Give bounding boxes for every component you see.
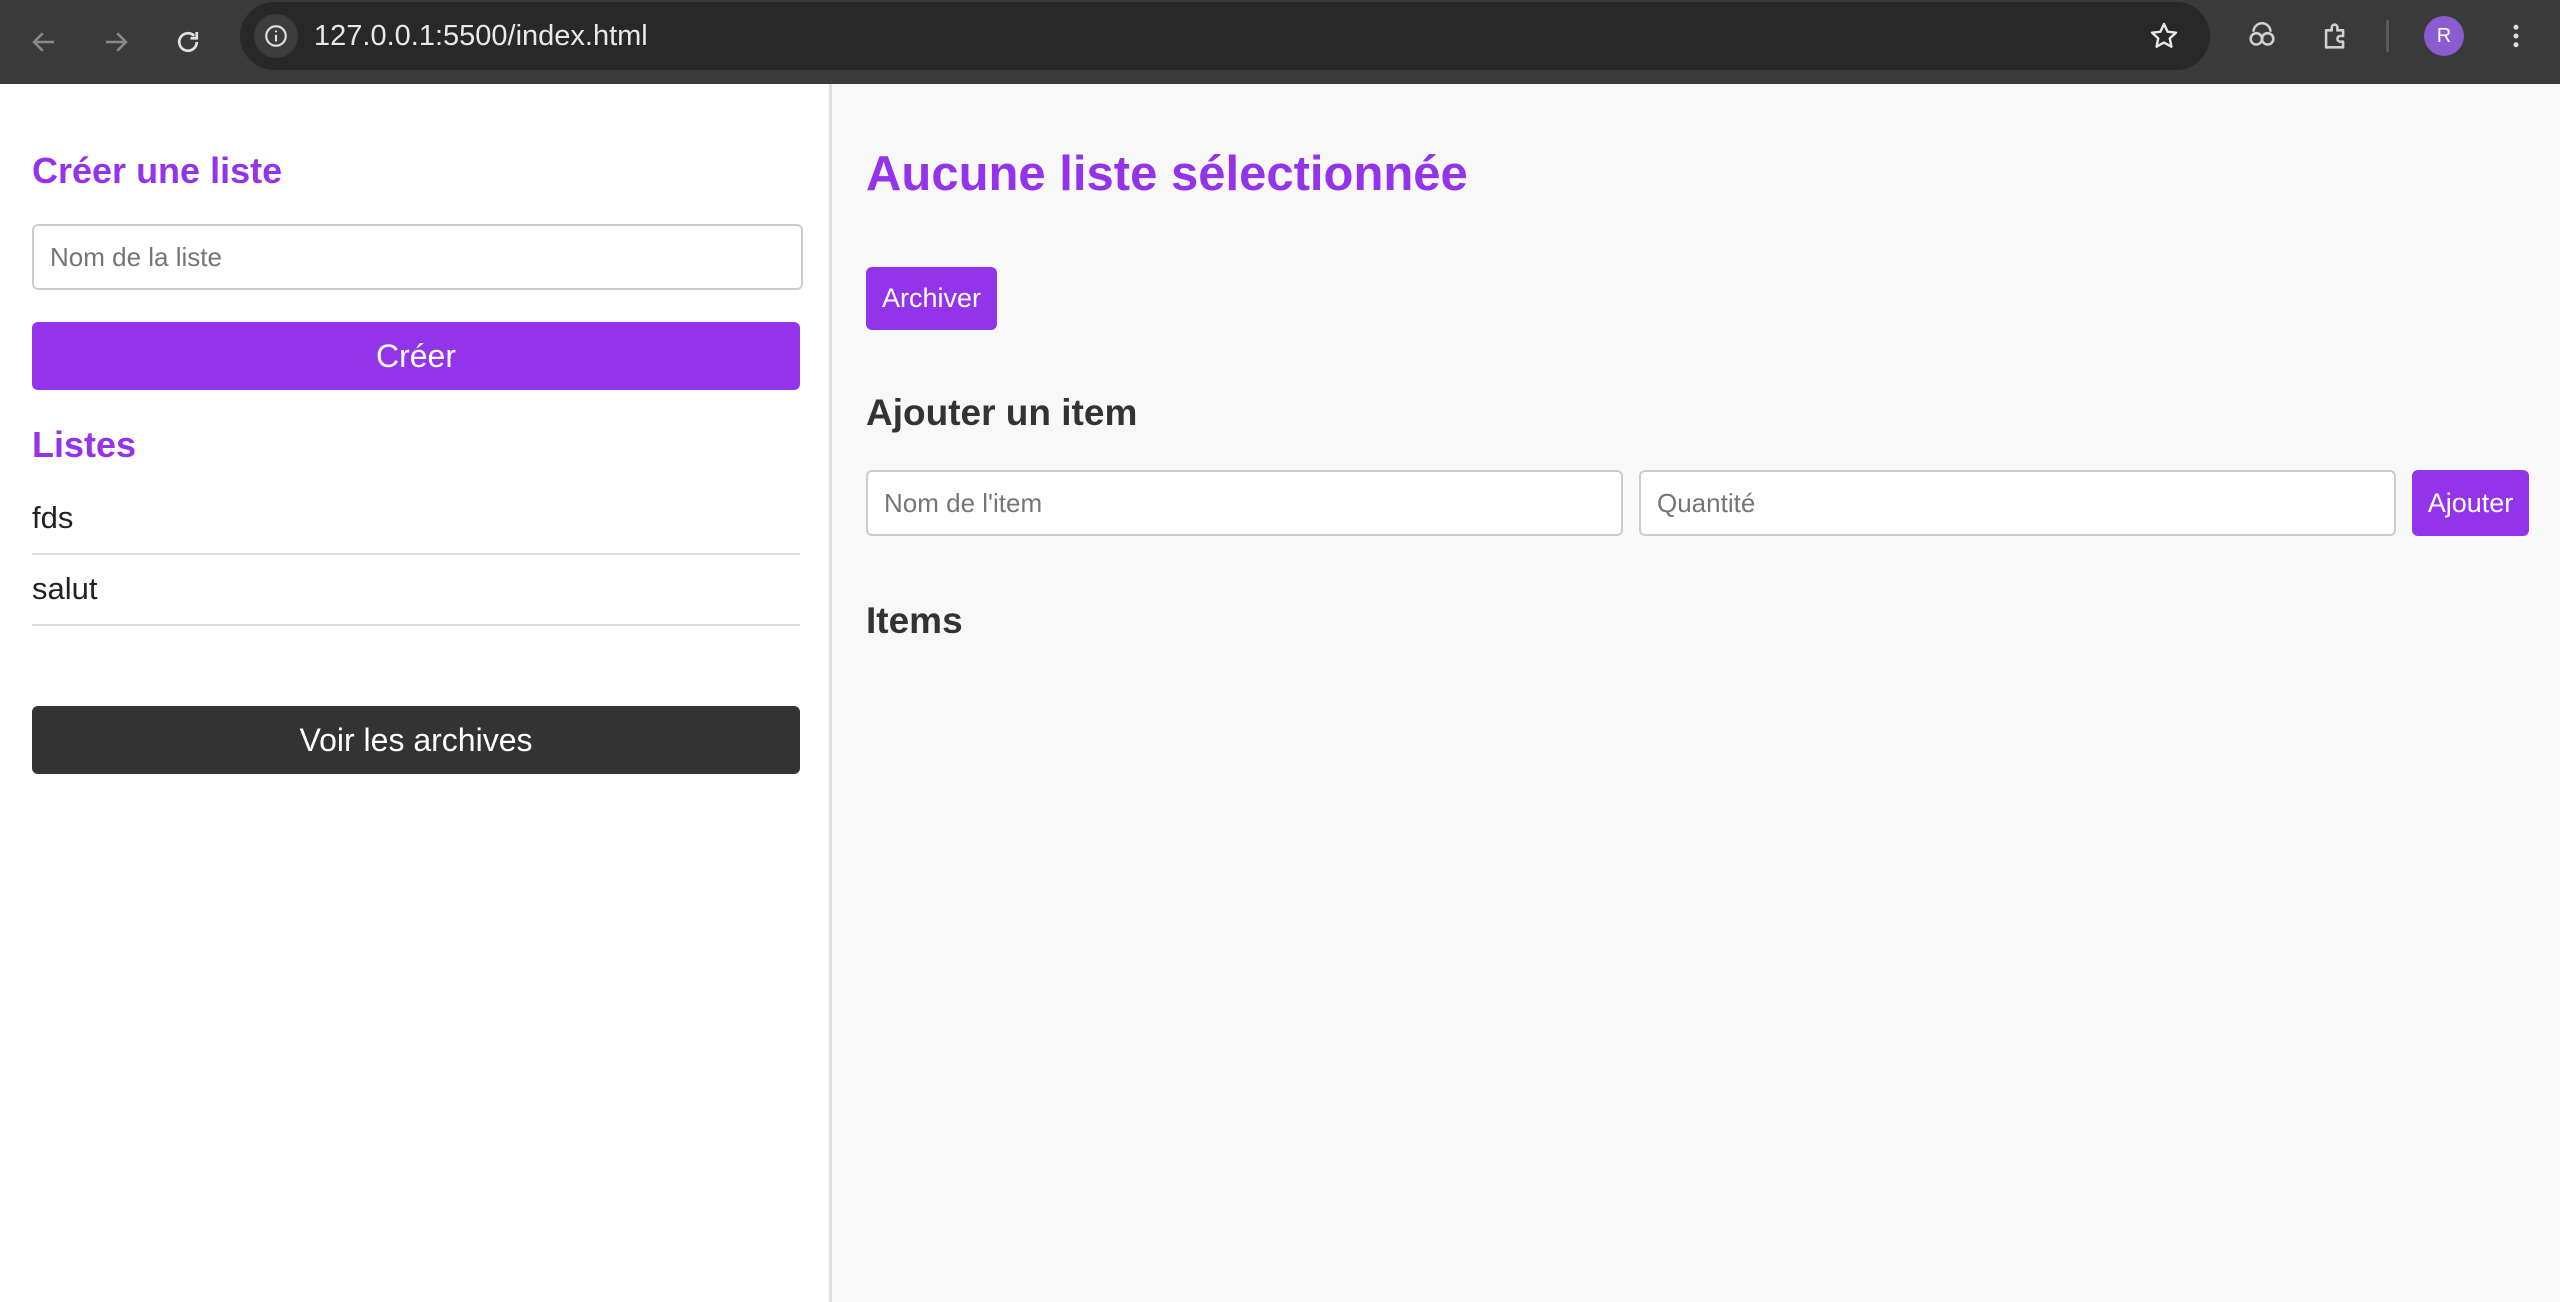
avatar[interactable]: R xyxy=(2424,16,2464,56)
url-text[interactable]: 127.0.0.1:5500/index.html xyxy=(314,2,648,70)
lists-title: Listes xyxy=(32,424,137,465)
browser-toolbar: 127.0.0.1:5500/index.html R xyxy=(0,0,2560,84)
add-item-title: Ajouter un item xyxy=(866,392,1138,433)
menu-dots-icon[interactable] xyxy=(2492,12,2540,60)
sidebar: Créer une liste Créer Listes fds salut V… xyxy=(0,84,832,1302)
create-list-button[interactable]: Créer xyxy=(32,322,800,390)
add-item-button[interactable]: Ajouter xyxy=(2412,470,2529,536)
forward-arrow-icon[interactable] xyxy=(92,18,140,66)
info-icon[interactable] xyxy=(254,14,298,58)
archive-button[interactable]: Archiver xyxy=(866,267,998,330)
items-title: Items xyxy=(866,600,963,641)
item-name-input[interactable] xyxy=(866,470,1623,536)
star-icon[interactable] xyxy=(2144,16,2184,56)
view-archives-button[interactable]: Voir les archives xyxy=(32,706,800,774)
list-item[interactable]: fds xyxy=(32,484,800,555)
page-title: Aucune liste sélectionnée xyxy=(866,147,1468,201)
list-item[interactable]: salut xyxy=(32,555,800,626)
reload-icon[interactable] xyxy=(164,18,212,66)
toolbar-separator xyxy=(2386,20,2389,52)
list-name-input[interactable] xyxy=(32,224,803,290)
extensions-icon[interactable] xyxy=(2312,12,2360,60)
create-list-title: Créer une liste xyxy=(32,150,283,191)
back-arrow-icon[interactable] xyxy=(20,18,68,66)
link-sync-icon[interactable] xyxy=(2238,12,2286,60)
quantity-input[interactable] xyxy=(1639,470,2396,536)
main-panel: Aucune liste sélectionnée Archiver Ajout… xyxy=(835,84,2560,1302)
page: Créer une liste Créer Listes fds salut V… xyxy=(0,84,2560,1302)
lists: fds salut xyxy=(32,484,800,626)
address-bar[interactable]: 127.0.0.1:5500/index.html xyxy=(240,2,2210,70)
